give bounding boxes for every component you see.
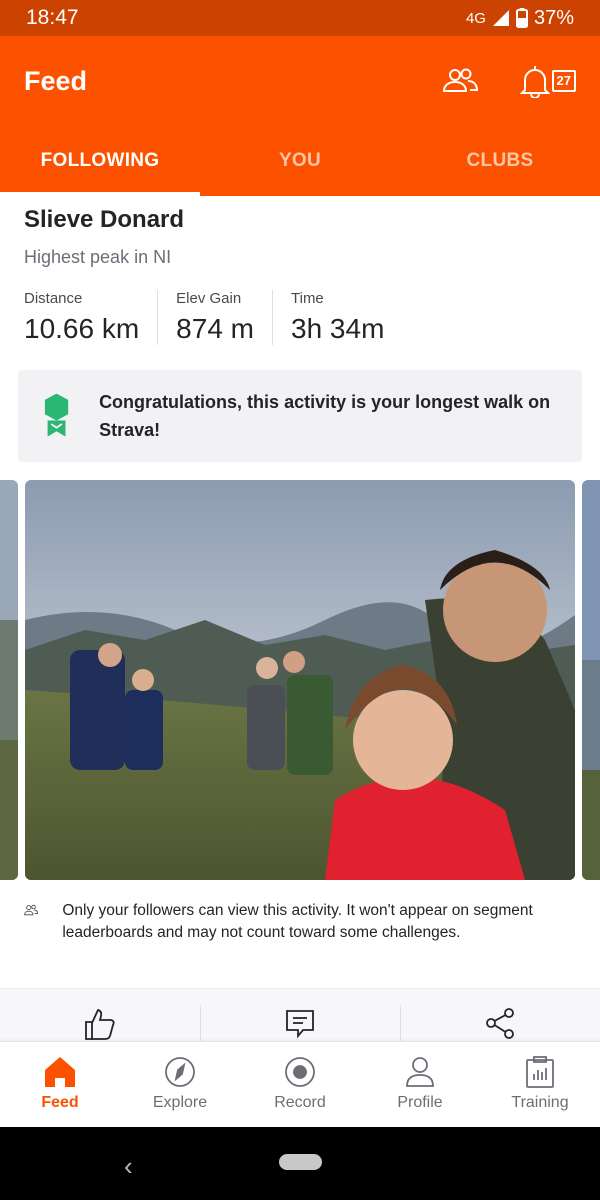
stat-distance: Distance 10.66 km — [24, 290, 159, 345]
battery-level: 37% — [533, 6, 574, 29]
home-pill[interactable] — [279, 1154, 322, 1170]
back-icon[interactable]: ‹ — [124, 1151, 133, 1182]
privacy-text: Only your followers can view this activi… — [62, 902, 533, 941]
photo-carousel[interactable] — [0, 480, 600, 880]
activity-stats: Distance 10.66 km Elev Gain 874 m Time 3… — [24, 290, 420, 345]
comment-icon — [286, 1010, 314, 1039]
battery-icon — [515, 8, 528, 28]
tab-clubs[interactable]: CLUBS — [400, 126, 600, 196]
nav-label: Training — [511, 1094, 569, 1111]
nav-label: Feed — [41, 1094, 79, 1111]
notifications-button[interactable]: 27 — [519, 64, 576, 98]
achievement-text: Congratulations, this activity is your l… — [99, 392, 551, 440]
previous-photo[interactable] — [0, 480, 18, 880]
activity-photo[interactable] — [25, 480, 575, 880]
next-photo[interactable] — [582, 480, 600, 880]
stat-label: Distance — [24, 290, 83, 307]
achievement-banner[interactable]: Congratulations, this activity is your l… — [18, 370, 582, 462]
record-icon — [285, 1057, 315, 1087]
tab-following[interactable]: FOLLOWING — [0, 126, 200, 196]
privacy-note: Only your followers can view this activi… — [24, 900, 584, 944]
nav-explore[interactable]: Explore — [120, 1042, 240, 1127]
activity-title[interactable]: Slieve Donard — [24, 206, 184, 234]
nav-profile[interactable]: Profile — [360, 1042, 480, 1127]
app-header: Feed 27 — [0, 36, 600, 126]
training-icon — [526, 1056, 554, 1088]
status-bar: 18:47 4G 37% — [0, 0, 600, 36]
stat-elev-gain: Elev Gain 874 m — [176, 290, 273, 345]
kudos-icon — [85, 1008, 115, 1040]
kudos-button[interactable] — [0, 989, 200, 1042]
stat-label: Elev Gain — [176, 290, 242, 307]
system-navigation-bar: ‹ — [0, 1127, 600, 1200]
nav-label: Explore — [152, 1094, 208, 1111]
nav-feed[interactable]: Feed — [0, 1042, 120, 1127]
nav-record[interactable]: Record — [240, 1042, 360, 1127]
notification-count-badge: 27 — [551, 70, 576, 92]
bell-icon — [519, 66, 550, 98]
tab-you[interactable]: YOU — [200, 126, 400, 196]
friends-icon[interactable] — [442, 66, 478, 96]
stat-value: 10.66 km — [24, 313, 140, 344]
signal-icon — [492, 10, 509, 26]
activity-description: Highest peak in NI — [24, 247, 172, 267]
followers-icon — [24, 904, 39, 916]
stat-value: 3h 34m — [291, 313, 385, 344]
feed-tabs: FOLLOWING YOU CLUBS — [0, 126, 600, 196]
compass-icon — [165, 1057, 195, 1087]
share-icon — [486, 1008, 514, 1039]
network-type: 4G — [465, 9, 486, 27]
medal-icon — [44, 393, 69, 437]
status-indicators: 4G 37% — [466, 7, 574, 30]
share-button[interactable] — [400, 989, 600, 1042]
home-icon — [45, 1057, 75, 1087]
nav-label: Profile — [397, 1094, 443, 1111]
stat-time: Time 3h 34m — [291, 290, 402, 345]
stat-label: Time — [291, 290, 324, 307]
activity-actions — [0, 988, 600, 1042]
stat-value: 874 m — [176, 313, 254, 344]
nav-label: Record — [274, 1094, 326, 1111]
profile-icon — [406, 1057, 434, 1087]
comment-button[interactable] — [200, 989, 400, 1042]
bottom-navigation: Feed Explore Record Profile Training — [0, 1041, 600, 1127]
status-time: 18:47 — [26, 6, 79, 29]
page-title: Feed — [24, 65, 88, 96]
nav-training[interactable]: Training — [480, 1042, 600, 1127]
